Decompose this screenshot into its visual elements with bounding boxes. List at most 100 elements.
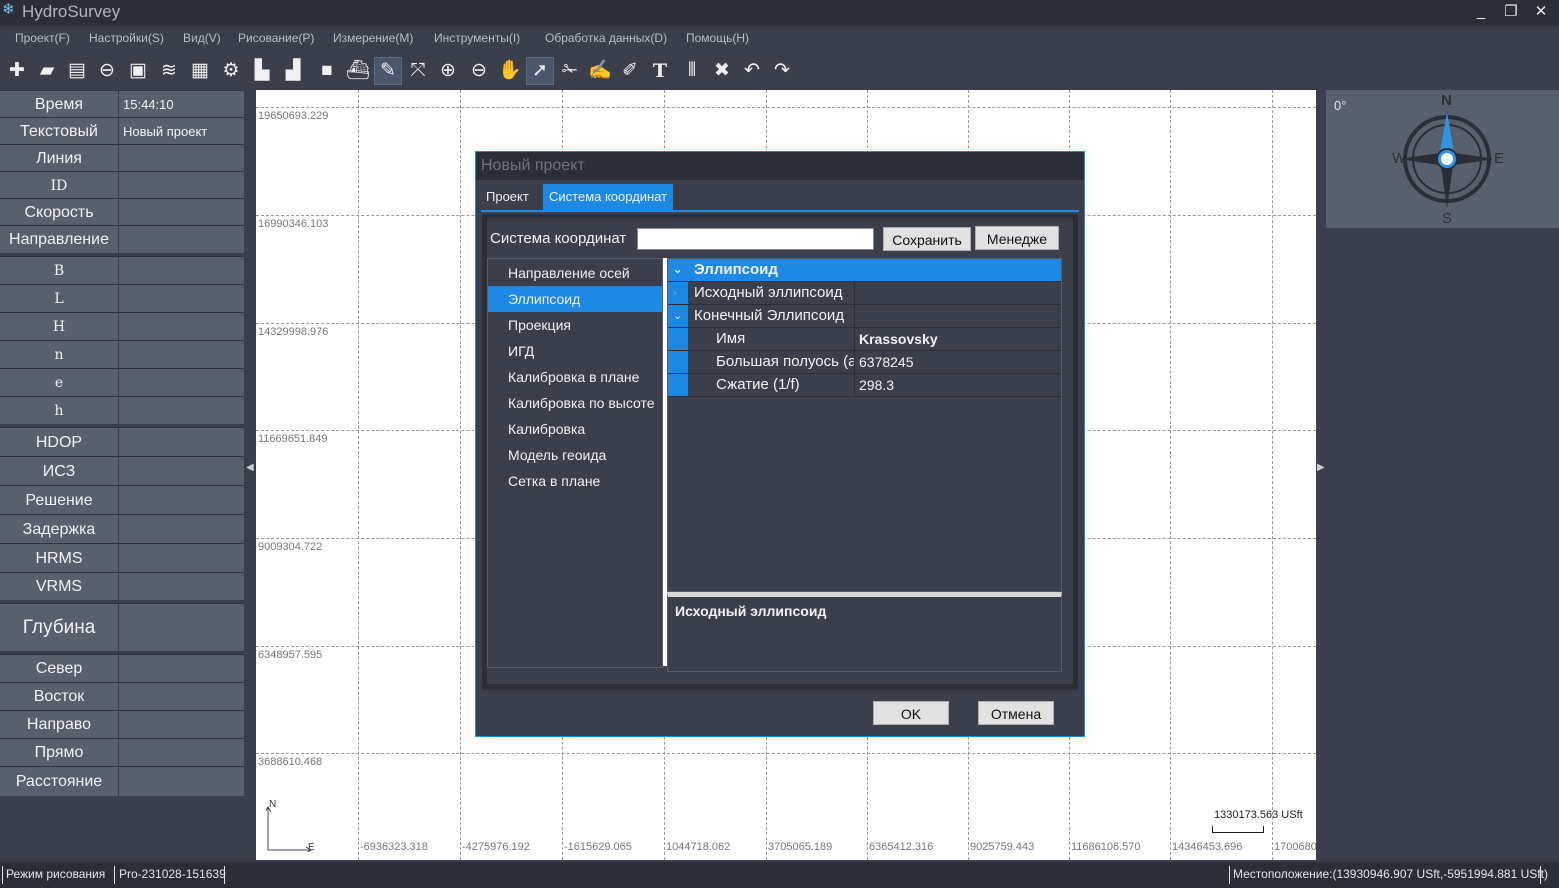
collapse-right-handle[interactable]: ▶ [1316, 90, 1326, 860]
menu-settings[interactable]: Настройки(S) [89, 31, 164, 45]
row-label: H [0, 313, 119, 341]
edit-line-icon[interactable]: ✐ [617, 58, 643, 84]
video-icon[interactable]: ■ [314, 58, 340, 84]
y-axis-label: 9009304.722 [258, 541, 323, 553]
pointer-icon[interactable]: ➚ [526, 57, 554, 85]
ok-button[interactable]: OK [873, 701, 949, 725]
barcode-icon[interactable]: ⦀ [679, 58, 705, 84]
nav-item-calibration[interactable]: Калибровка [488, 416, 662, 442]
y-axis-label: 19650693.229 [258, 110, 329, 122]
save-icon[interactable]: ▤ [64, 58, 90, 84]
edit-point-icon[interactable]: ✍ [587, 58, 613, 84]
property-group-ellipsoid[interactable]: ⌄ Эллипсоид [668, 259, 1061, 282]
print-icon[interactable]: ▙ [249, 58, 275, 84]
property-value[interactable]: 298.3 [854, 374, 1059, 396]
minimize-button[interactable]: _ [1470, 2, 1492, 22]
row-value: Новый проект [123, 124, 208, 139]
row-value [119, 544, 244, 573]
link-icon[interactable]: ⊖ [94, 58, 120, 84]
nav-item-projection[interactable]: Проекция [488, 312, 662, 338]
grid-line [460, 90, 461, 860]
water-level-icon[interactable]: ≋ [156, 58, 182, 84]
property-flattening[interactable]: Сжатие (1/f) 298.3 [668, 374, 1061, 397]
row-value [119, 145, 244, 172]
image-icon[interactable]: ▣ [125, 58, 151, 84]
property-source-ellipsoid[interactable]: › Исходный эллипсоид [668, 282, 1061, 305]
close-button[interactable]: ✕ [1530, 2, 1552, 22]
app-logo-icon: ❄ [2, 1, 15, 18]
row-time: Время 15:44:10 [0, 90, 244, 118]
stamp-icon[interactable]: ▟ [280, 58, 306, 84]
open-folder-icon[interactable]: ▰ [34, 58, 60, 84]
row-east: Восток [0, 682, 244, 711]
property-value[interactable]: Krassovsky [854, 328, 1059, 350]
save-button[interactable]: Сохранить [883, 227, 971, 251]
nav-item-horizontal-calibration[interactable]: Калибровка в плане [488, 364, 662, 390]
row-label: Север [0, 655, 119, 683]
row-label: VRMS [0, 573, 119, 601]
export-icon[interactable]: ▦ [187, 58, 213, 84]
collapse-left-handle[interactable]: ◀ [244, 90, 256, 860]
menu-data-processing[interactable]: Обработка данных(D) [545, 31, 667, 45]
cancel-button[interactable]: Отмена [978, 701, 1054, 725]
tab-project[interactable]: Проект [480, 184, 535, 210]
boat-icon[interactable]: ⛴ [345, 58, 371, 84]
menu-project[interactable]: Проект(F) [15, 31, 70, 45]
nav-item-vertical-calibration[interactable]: Калибровка по высоте [488, 390, 662, 416]
property-semi-major-axis[interactable]: Большая полуось (а 6378245 [668, 351, 1061, 374]
nav-item-datum[interactable]: ИГД [488, 338, 662, 364]
text-icon[interactable]: T [647, 58, 673, 84]
menu-measure[interactable]: Измерение(M) [333, 31, 413, 45]
zoom-out-icon[interactable]: ⊖ [466, 58, 492, 84]
row-label: ID [0, 172, 119, 199]
menu-help[interactable]: Помощь(H) [686, 31, 749, 45]
row-label: Время [0, 91, 119, 118]
measure-icon[interactable]: ✁ [557, 58, 583, 84]
chevron-left-icon: ◀ [246, 462, 254, 473]
property-value[interactable]: 6378245 [854, 351, 1059, 373]
menu-tools[interactable]: Инструменты(I) [434, 31, 520, 45]
info-panel: Время 15:44:10 Текстовый Новый проект Лини… [0, 90, 244, 796]
toolbar: ✚ ▰ ▤ ⊖ ▣ ≋ ▦ ⚙ ▙ ▟ ■ ⛴ ✎ ⤧ ⊕ ⊖ ✋ ➚ ✁ ✍ … [0, 52, 1559, 90]
row-line: Линия [0, 144, 244, 172]
tab-coordinate-system[interactable]: Система координат [543, 184, 674, 210]
restore-button[interactable]: ❐ [1500, 2, 1522, 22]
settings-icon[interactable]: ⚙ [218, 58, 244, 84]
row-forward: Прямо [0, 738, 244, 767]
nav-item-plane-grid[interactable]: Сетка в плане [488, 468, 662, 494]
row-satellites: ИСЗ [0, 456, 244, 486]
compass-panel: 0° N S E W [1326, 90, 1559, 228]
nav-item-geoid-model[interactable]: Модель геоида [488, 442, 662, 468]
row-label: Направо [0, 711, 119, 739]
nav-item-ellipsoid[interactable]: Эллипсоид [488, 286, 662, 312]
property-target-ellipsoid[interactable]: ⌄ Конечный Эллипсоид [668, 305, 1061, 328]
zoom-in-icon[interactable]: ⊕ [435, 58, 461, 84]
menu-view[interactable]: Вид(V) [183, 31, 221, 45]
row-label: Линия [0, 145, 119, 172]
new-project-icon[interactable]: ✚ [4, 58, 30, 84]
fit-extent-icon[interactable]: ⤧ [405, 58, 431, 84]
undo-icon[interactable]: ↶ [739, 58, 765, 84]
x-axis-label: 3705065.189 [768, 841, 833, 853]
coordinate-system-input[interactable] [637, 228, 874, 250]
property-label: Сжатие (1/f) [716, 376, 800, 393]
menu-draw[interactable]: Рисование(P) [238, 31, 314, 45]
edit-icon[interactable]: ✎ [374, 57, 402, 85]
status-bar: Режим рисования Pro-231028-151639 Местоп… [0, 862, 1559, 888]
property-label: Большая полуось (а [716, 353, 854, 370]
row-h-lower: h [0, 396, 244, 425]
delete-icon[interactable]: ✖ [709, 58, 735, 84]
nav-item-axis-direction[interactable]: Направление осей [488, 260, 662, 286]
property-name[interactable]: Имя Krassovsky [668, 328, 1061, 351]
scale-label: 1330173.563 USft [1214, 809, 1303, 821]
manager-button[interactable]: Менедже [975, 226, 1059, 250]
pan-hand-icon[interactable]: ✋ [497, 58, 523, 84]
row-value [119, 515, 244, 544]
row-label: Глубина [0, 604, 119, 652]
property-description: Исходный эллипсоид [667, 592, 1062, 672]
y-axis-label: 6348957.595 [258, 649, 323, 661]
row-value [119, 257, 244, 285]
redo-icon[interactable]: ↷ [769, 58, 795, 84]
row-value [119, 573, 244, 601]
row-direction: Направление [0, 225, 244, 254]
